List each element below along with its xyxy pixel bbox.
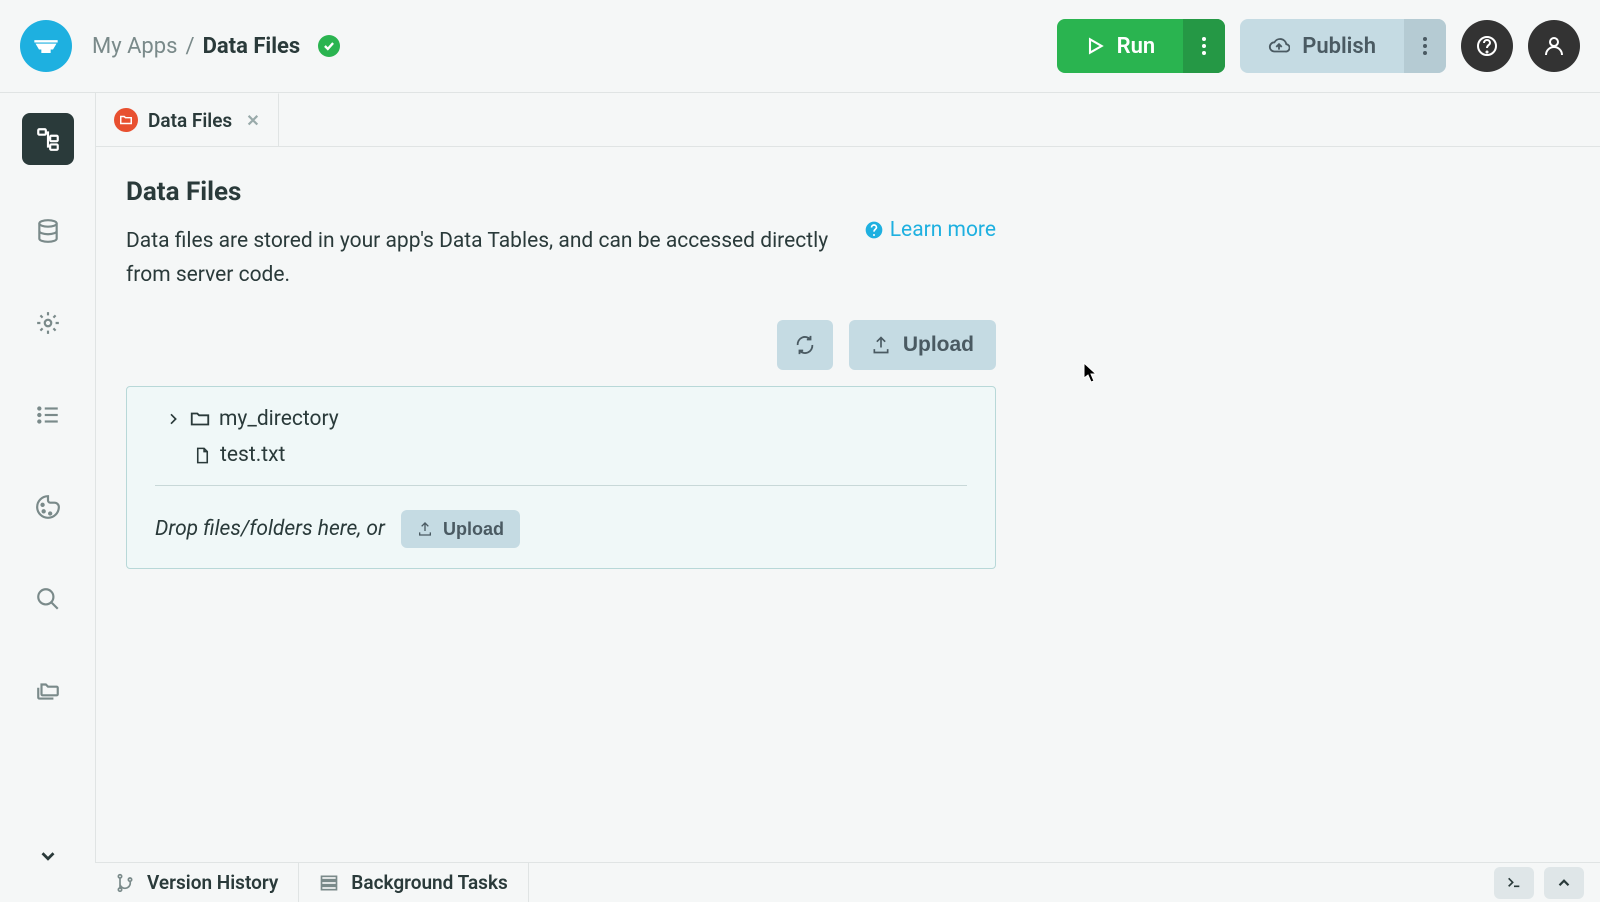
breadcrumb-separator: / [186,34,195,59]
directory-row[interactable]: my_directory [155,401,967,437]
sidebar-data[interactable] [22,205,74,257]
kebab-icon [1202,37,1206,55]
footer-version-history[interactable]: Version History [95,863,299,902]
publish-button[interactable]: Publish [1240,34,1404,59]
anvil-logo-icon [32,32,60,60]
status-saved-icon [318,35,340,57]
expand-panel-button[interactable] [1544,867,1584,899]
play-icon [1085,36,1105,56]
folders-icon [35,678,61,704]
chevron-up-icon [1555,874,1573,892]
list-icon [35,402,61,428]
background-tasks-label: Background Tasks [351,871,507,894]
file-name: test.txt [220,443,285,467]
chevron-down-icon [37,845,59,867]
upload-icon [871,335,891,355]
run-label: Run [1117,34,1156,59]
sidebar-collapse[interactable] [22,830,74,882]
refresh-icon [794,334,816,356]
logo[interactable] [20,20,72,72]
run-button-group: Run [1057,19,1226,73]
search-icon [35,586,61,612]
sidebar-logs[interactable] [22,389,74,441]
run-menu-button[interactable] [1183,19,1225,73]
sidebar-search[interactable] [22,573,74,625]
drop-area[interactable]: Drop files/folders here, or Upload [155,510,979,548]
palette-icon [35,494,61,520]
breadcrumb: My Apps / Data Files [92,34,340,59]
run-button[interactable]: Run [1057,34,1184,59]
gear-icon [35,310,61,336]
file-icon [193,446,212,465]
learn-more-link[interactable]: Learn more [864,167,996,292]
database-icon [35,218,61,244]
breadcrumb-parent[interactable]: My Apps [92,34,178,59]
data-files-tab-icon [114,108,138,132]
tree-icon [35,126,61,152]
upload-small-button[interactable]: Upload [401,510,520,548]
directory-name: my_directory [219,407,339,431]
tasks-icon [319,873,339,893]
upload-button[interactable]: Upload [849,320,996,370]
tab-data-files[interactable]: Data Files ✕ [96,93,279,146]
tab-label: Data Files [148,109,232,132]
file-row[interactable]: test.txt [183,437,967,473]
folder-icon [189,408,211,430]
publish-label: Publish [1302,34,1376,59]
help-icon [1475,34,1499,58]
tab-close-button[interactable]: ✕ [246,111,259,130]
console-button[interactable] [1494,867,1534,899]
help-circle-icon [864,220,884,240]
file-panel: my_directory test.txt Drop files/folders… [126,386,996,569]
chevron-right-icon [165,411,181,427]
cloud-upload-icon [1268,35,1290,57]
upload-icon [417,521,433,537]
footer-background-tasks[interactable]: Background Tasks [299,863,528,902]
refresh-button[interactable] [777,320,833,370]
terminal-icon [1504,875,1524,891]
sidebar-settings[interactable] [22,297,74,349]
sidebar-app-browser[interactable] [22,113,74,165]
account-button[interactable] [1528,20,1580,72]
drop-text: Drop files/folders here, or [155,517,385,541]
page-subtitle: Data files are stored in your app's Data… [126,225,834,292]
version-history-label: Version History [147,871,278,894]
upload-small-label: Upload [443,519,504,540]
publish-menu-button[interactable] [1404,19,1446,73]
page-title: Data Files [126,177,834,207]
upload-label: Upload [903,333,974,357]
breadcrumb-current: Data Files [203,34,301,59]
kebab-icon [1423,37,1427,55]
git-branch-icon [115,873,135,893]
sidebar-theme[interactable] [22,481,74,533]
help-button[interactable] [1461,20,1513,72]
learn-more-text: Learn more [890,218,996,242]
publish-button-group: Publish [1240,19,1446,73]
user-icon [1542,34,1566,58]
sidebar-files[interactable] [22,665,74,717]
